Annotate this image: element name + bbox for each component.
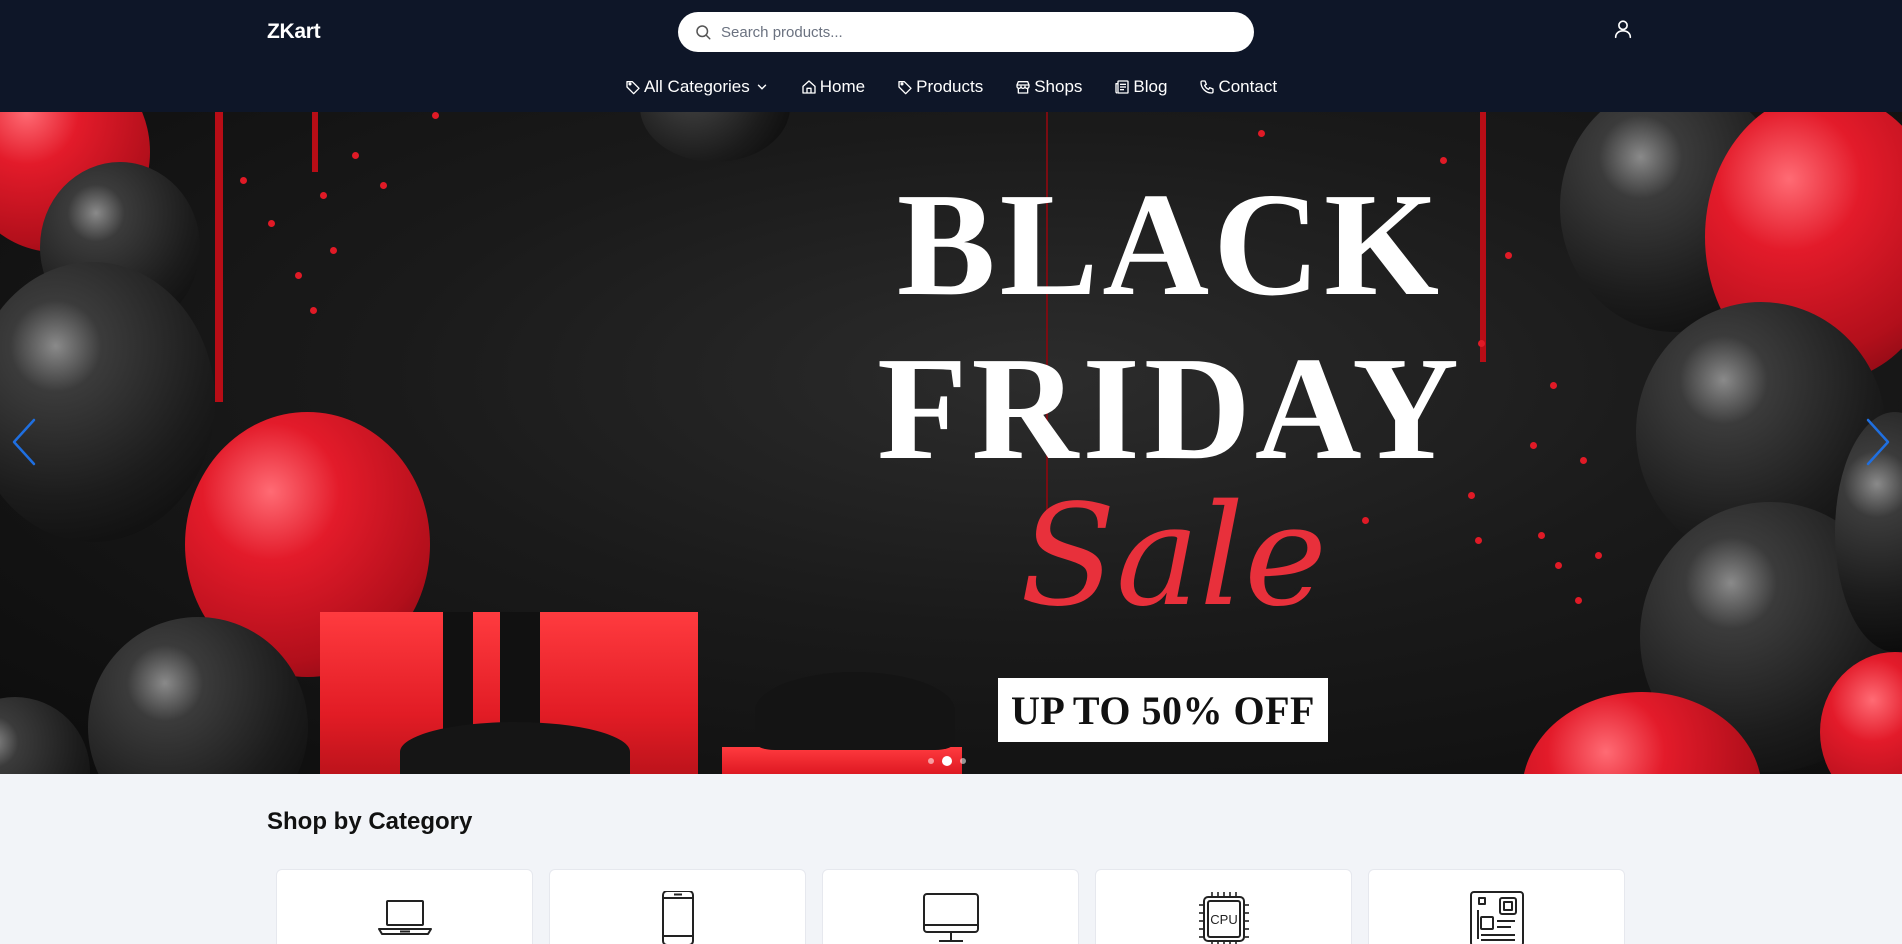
laptop-icon [377, 900, 432, 935]
cpu-icon-label: CPU [1210, 912, 1237, 927]
chevron-left-icon [12, 418, 36, 466]
balloon [0, 262, 215, 542]
tag-icon [626, 81, 640, 95]
confetti [432, 112, 439, 119]
balloon [0, 697, 90, 774]
tag-icon [898, 81, 912, 95]
confetti [1550, 382, 1557, 389]
nav-home[interactable]: Home [801, 74, 865, 100]
streamer [312, 112, 318, 172]
phone-icon [1200, 80, 1215, 94]
search-bar[interactable] [678, 12, 1254, 52]
motherboard-icon [1469, 891, 1524, 944]
carousel-next-button[interactable] [1858, 412, 1898, 472]
confetti [320, 192, 327, 199]
nav-shops[interactable]: Shops [1015, 74, 1082, 100]
confetti [310, 307, 317, 314]
confetti [352, 152, 359, 159]
confetti [1555, 562, 1562, 569]
confetti [1538, 532, 1545, 539]
hero-discount-badge: UP TO 50% OFF [998, 678, 1328, 742]
nav-label: Blog [1133, 77, 1168, 96]
confetti [240, 177, 247, 184]
nav-all-categories[interactable]: All Categories [625, 74, 769, 100]
brand-logo[interactable]: ZKart [267, 20, 321, 44]
store-icon [1016, 81, 1030, 94]
streamer [215, 112, 223, 402]
account-button[interactable] [1610, 16, 1636, 42]
carousel-pagination [928, 756, 966, 766]
confetti [330, 247, 337, 254]
confetti [1362, 517, 1369, 524]
category-card-monitor[interactable] [822, 869, 1079, 944]
nav-blog[interactable]: Blog [1114, 74, 1167, 100]
hero-sale-script: Sale [1020, 475, 1328, 638]
user-icon [1614, 20, 1632, 39]
main-nav: All Categories Home Products Shops Blog … [0, 74, 1902, 100]
category-card-motherboard[interactable] [1368, 869, 1625, 944]
nav-label: Home [819, 77, 866, 96]
confetti [1580, 457, 1587, 464]
carousel-dot[interactable] [928, 758, 934, 764]
confetti [1468, 492, 1475, 499]
section-title: Shop by Category [267, 808, 473, 835]
confetti [1575, 597, 1582, 604]
smartphone-icon [661, 891, 694, 944]
hero-carousel: BLACK FRIDAY Sale UP TO 50% OFF [0, 112, 1902, 774]
chevron-right-icon [1866, 418, 1890, 466]
confetti [295, 272, 302, 279]
carousel-dot[interactable] [960, 758, 966, 764]
confetti [1595, 552, 1602, 559]
gift-bow [400, 722, 630, 774]
confetti [1258, 130, 1265, 137]
search-icon [696, 25, 711, 40]
carousel-dot-active[interactable] [942, 756, 952, 766]
confetti [1475, 537, 1482, 544]
nav-contact[interactable]: Contact [1199, 74, 1277, 100]
gift-bow [755, 672, 955, 750]
newspaper-icon [1115, 80, 1130, 94]
cpu-icon: CPU [1198, 892, 1249, 944]
monitor-icon [922, 893, 979, 942]
site-header: ZKart All Categories Home Products Shops… [0, 0, 1902, 112]
confetti [380, 182, 387, 189]
category-card-laptop[interactable] [276, 869, 533, 944]
category-list: CPU [276, 869, 1625, 944]
hero-headline-line1: BLACK [896, 163, 1444, 327]
nav-products[interactable]: Products [897, 74, 983, 100]
nav-label: Shops [1034, 77, 1083, 96]
nav-label: All Categories [643, 77, 750, 96]
gift-box [722, 747, 962, 774]
category-card-cpu[interactable]: CPU [1095, 869, 1352, 944]
nav-label: Contact [1218, 77, 1278, 96]
hero-headline-line2: FRIDAY [877, 327, 1463, 491]
balloon [640, 112, 790, 162]
nav-label: Products [916, 77, 984, 96]
confetti [1530, 442, 1537, 449]
search-input[interactable] [721, 23, 1221, 41]
chevron-down-icon [757, 84, 766, 90]
category-card-smartphone[interactable] [549, 869, 806, 944]
confetti [268, 220, 275, 227]
carousel-prev-button[interactable] [4, 412, 44, 472]
home-icon [802, 80, 816, 94]
